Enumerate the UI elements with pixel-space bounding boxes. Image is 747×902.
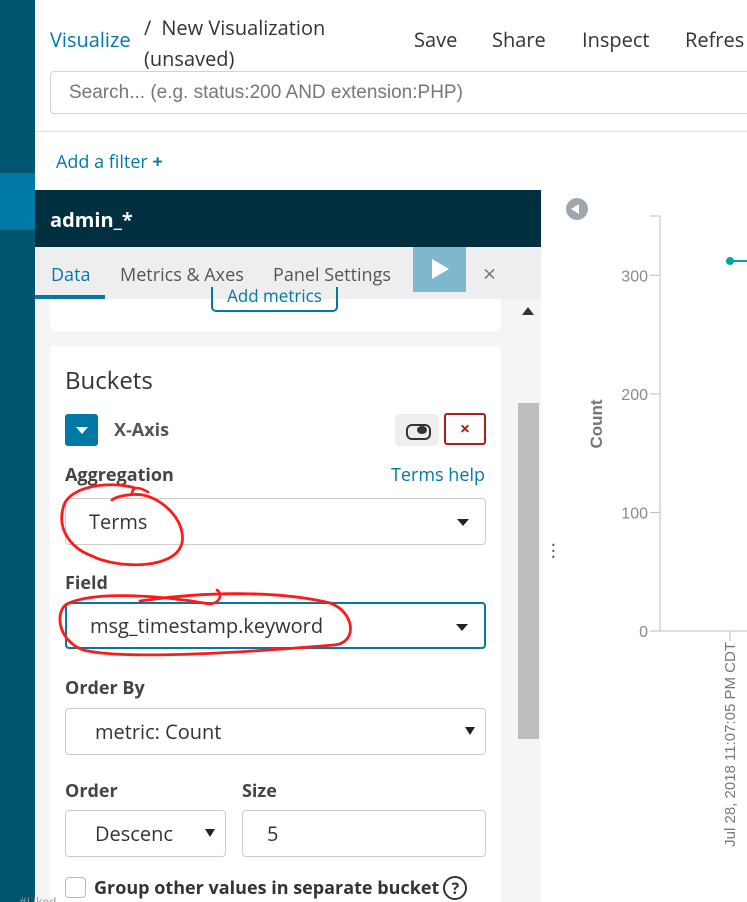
metrics-card-bottom: Add metrics bbox=[50, 287, 501, 331]
kibana-sidebar bbox=[0, 0, 35, 902]
chevron-down-icon bbox=[456, 624, 468, 631]
group-other-values-option[interactable]: Group other values in separate bucket? bbox=[65, 876, 468, 900]
collapse-chevron-down-icon[interactable] bbox=[65, 414, 98, 446]
chevron-down-icon bbox=[205, 829, 215, 837]
x-axis-bucket-label: X-Axis bbox=[114, 418, 170, 442]
x-tick-label: Jul 28, 2018 11:07:05 PM CDT bbox=[722, 642, 739, 847]
toggle-icon[interactable] bbox=[395, 414, 439, 446]
order-label: Order bbox=[65, 779, 118, 803]
buckets-title: Buckets bbox=[65, 364, 153, 397]
y-axis-title: Count bbox=[587, 399, 606, 448]
index-pattern-header: admin_* bbox=[35, 190, 541, 247]
size-input[interactable]: 5 bbox=[242, 810, 486, 857]
order-by-select[interactable]: metric: Count bbox=[65, 708, 486, 755]
aggregation-select[interactable]: Terms bbox=[65, 498, 486, 545]
refresh-button[interactable]: Refres bbox=[685, 26, 744, 53]
save-button[interactable]: Save bbox=[414, 26, 457, 53]
tab-panel-settings[interactable]: Panel Settings bbox=[273, 263, 391, 287]
aggregation-label: Aggregation bbox=[65, 463, 174, 487]
breadcrumb-separator: / bbox=[144, 14, 152, 41]
plus-icon: + bbox=[152, 150, 163, 174]
visualization-title-line-1: / New Visualization bbox=[144, 12, 354, 43]
help-icon[interactable]: ? bbox=[443, 876, 468, 900]
visualization-unsaved-state: (unsaved) bbox=[144, 45, 235, 72]
visualization-title: / New Visualization (unsaved) bbox=[144, 12, 354, 74]
scroll-up-icon[interactable] bbox=[522, 307, 534, 315]
visualization-editor-sidebar: Add metrics Buckets X-Axis × Aggregation… bbox=[35, 287, 541, 902]
group-other-checkbox[interactable] bbox=[65, 877, 86, 898]
collapse-sidebar-chevron-left-icon[interactable] bbox=[566, 198, 588, 220]
order-select[interactable]: Descenc bbox=[65, 810, 226, 857]
add-filter-label: Add a filter bbox=[56, 150, 148, 174]
field-label: Field bbox=[65, 571, 108, 595]
editor-scrollbar-thumb[interactable] bbox=[518, 403, 539, 739]
order-selected-value: Descenc bbox=[95, 820, 173, 847]
resize-dots-icon[interactable]: · · · bbox=[551, 536, 556, 566]
terms-help-link[interactable]: Terms help bbox=[391, 463, 485, 487]
visualize-breadcrumb-link[interactable]: Visualize bbox=[50, 26, 131, 53]
field-select[interactable]: msg_timestamp.keyword bbox=[65, 602, 486, 649]
data-point bbox=[726, 257, 734, 266]
chevron-down-icon bbox=[465, 727, 475, 735]
inspect-button[interactable]: Inspect bbox=[582, 26, 650, 53]
tab-data[interactable]: Data bbox=[51, 263, 90, 287]
visualization-chart-area: 0 100 200 300 Count Jul 28, 2018 11:07:05 PM … bbox=[562, 190, 747, 902]
aggregation-selected-value: Terms bbox=[89, 508, 148, 535]
y-tick-label: 100 bbox=[621, 505, 648, 522]
kibana-visualize-app: Visualize / New Visualization (unsaved) S… bbox=[0, 0, 747, 902]
visualization-name: New Visualization bbox=[161, 14, 326, 41]
remove-bucket-close-icon[interactable]: × bbox=[444, 413, 486, 445]
y-tick-label: 300 bbox=[621, 268, 648, 285]
buckets-card: Buckets X-Axis × Aggregation Terms help … bbox=[50, 346, 501, 902]
sidebar-active-visualize-item[interactable] bbox=[0, 173, 35, 230]
tab-metrics-axes[interactable]: Metrics & Axes bbox=[120, 263, 244, 287]
status-footer-text: #Liked bbox=[19, 893, 57, 902]
size-label: Size bbox=[242, 779, 277, 803]
chevron-down-icon bbox=[457, 519, 469, 526]
group-other-label: Group other values in separate bucket bbox=[94, 876, 440, 900]
order-by-label: Order By bbox=[65, 676, 145, 700]
query-search-input[interactable]: Search... (e.g. status:200 AND extension… bbox=[50, 71, 747, 114]
field-selected-value: msg_timestamp.keyword bbox=[90, 612, 324, 639]
line-chart: 0 100 200 300 Count Jul 28, 2018 11:07:05 PM … bbox=[587, 215, 747, 847]
apply-changes-play-button[interactable] bbox=[413, 247, 466, 292]
discard-changes-close-icon[interactable]: × bbox=[483, 257, 496, 289]
order-by-selected-value: metric: Count bbox=[95, 718, 222, 745]
y-tick-label: 0 bbox=[639, 624, 648, 641]
add-filter-button[interactable]: Add a filter + bbox=[56, 150, 163, 174]
y-tick-label: 200 bbox=[621, 387, 648, 404]
add-metrics-button[interactable]: Add metrics bbox=[211, 287, 338, 312]
filter-bar: Add a filter + bbox=[35, 131, 747, 190]
share-button[interactable]: Share bbox=[492, 26, 546, 53]
